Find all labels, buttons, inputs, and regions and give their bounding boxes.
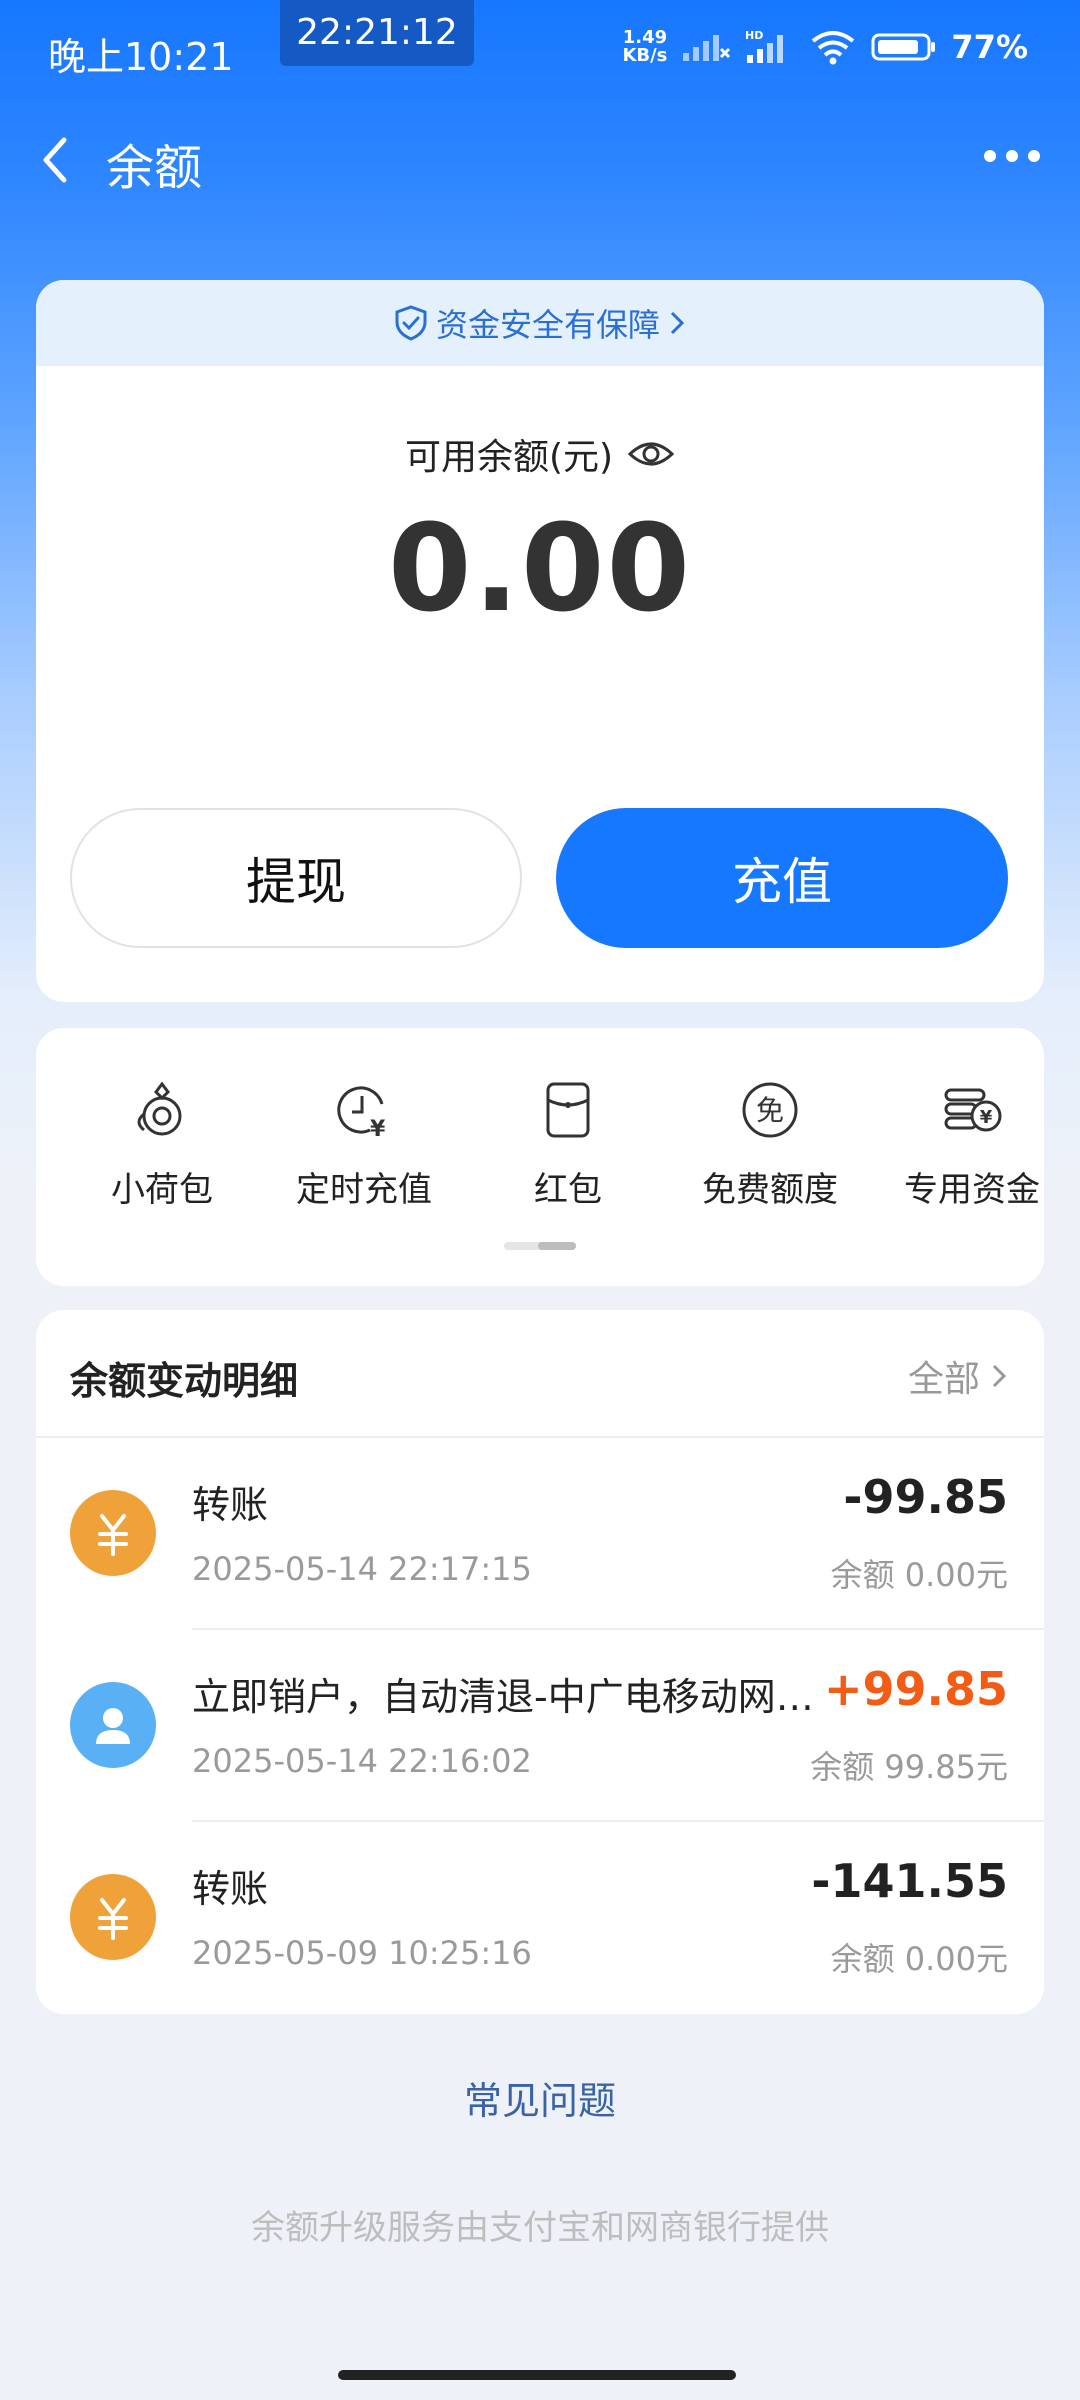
withdraw-button[interactable]: 提现 <box>70 808 522 948</box>
transaction-row[interactable]: 转账 2025-05-09 10:25:16 -141.55 余额 0.00元 <box>36 1822 1044 2014</box>
transaction-name: 立即销户，自动清退-中广电移动网络有限公司 <box>192 1675 832 1719</box>
status-time: 晚上10:21 <box>48 35 234 79</box>
timer-recharge-icon: ¥ <box>337 1086 386 1142</box>
faq-link[interactable]: 常见问题 <box>0 2070 1080 2125</box>
shortcut-label: 红包 <box>534 1170 602 1210</box>
footer-text: 余额升级服务由支付宝和网商银行提供 <box>251 2208 829 2248</box>
transaction-amount: -99.85 <box>843 1470 1008 1524</box>
status-right: 1.49 KB/s HD 77% <box>622 28 1028 66</box>
signal-weak-icon <box>683 35 731 61</box>
svg-text:HD: HD <box>745 29 763 42</box>
details-title: 余额变动明细 <box>70 1359 299 1403</box>
battery-icon <box>871 33 936 61</box>
nav-bar: 余额 <box>0 120 1080 200</box>
recharge-button[interactable]: 充值 <box>556 808 1008 948</box>
balance-label: 可用余额(元) <box>404 437 614 478</box>
back-arrow-icon[interactable] <box>30 130 90 190</box>
signal-hd-icon: HD <box>745 29 784 63</box>
wifi-icon <box>812 31 855 65</box>
shortcut-free-quota[interactable]: 免 免费额度 <box>670 1078 870 1211</box>
shortcut-timer-recharge[interactable]: ¥ 定时充值 <box>264 1078 464 1211</box>
shortcut-label: 定时充值 <box>296 1170 432 1210</box>
free-quota-icon: 免 <box>742 1082 798 1138</box>
shortcuts-card: 小荷包 ¥ 定时充值 红包 免 免费额度 ¥ 专用资金 <box>36 1028 1044 1286</box>
dedicated-funds-icon: ¥ <box>944 1088 1002 1132</box>
yuan-icon <box>70 1490 156 1576</box>
details-filter-button[interactable]: 全部 <box>908 1350 1008 1402</box>
balance-details-card: 余额变动明细 全部 转账 2025-05-14 22:17:15 -99.85 … <box>36 1310 1044 2014</box>
pouch-icon <box>137 1081 182 1136</box>
battery-percent: 77% <box>951 28 1028 66</box>
transaction-row[interactable]: 立即销户，自动清退-中广电移动网络有限公司 2025-05-14 22:16:0… <box>36 1630 1044 1822</box>
balance-label-row: 可用余额(元) <box>36 428 1044 480</box>
transaction-balance: 余额 99.85元 <box>810 1748 1008 1786</box>
shortcut-pouch[interactable]: 小荷包 <box>62 1078 262 1211</box>
transaction-amount: +99.85 <box>823 1662 1008 1716</box>
svg-text:¥: ¥ <box>370 1117 386 1142</box>
scroll-indicator <box>504 1242 576 1250</box>
chevron-right-icon <box>992 1364 1007 1388</box>
transaction-balance: 余额 0.00元 <box>830 1556 1008 1594</box>
transaction-time: 2025-05-14 22:16:02 <box>192 1742 532 1780</box>
transaction-time: 2025-05-09 10:25:16 <box>192 1934 532 1972</box>
red-packet-icon <box>546 1082 590 1138</box>
status-clock: 22:21:12 <box>280 0 474 66</box>
user-icon <box>70 1682 156 1768</box>
details-filter-label: 全部 <box>907 1359 980 1400</box>
more-icon[interactable] <box>982 136 1042 176</box>
home-indicator[interactable] <box>338 2370 736 2380</box>
shortcut-label: 免费额度 <box>702 1170 838 1210</box>
transaction-name: 转账 <box>192 1867 269 1911</box>
network-speed: 1.49 KB/s <box>622 29 667 65</box>
security-text: 资金安全有保障 <box>435 306 660 344</box>
transaction-amount: -141.55 <box>811 1854 1008 1908</box>
network-speed-unit: KB/s <box>622 45 668 66</box>
shortcut-dedicated-funds[interactable]: ¥ 专用资金 <box>872 1078 1044 1211</box>
shield-icon <box>395 305 427 341</box>
transaction-balance: 余额 0.00元 <box>830 1940 1008 1978</box>
svg-text:免: 免 <box>756 1094 784 1127</box>
security-banner[interactable]: 资金安全有保障 <box>36 280 1044 366</box>
chevron-right-icon <box>670 311 685 335</box>
transaction-name: 转账 <box>192 1483 269 1527</box>
page-title: 余额 <box>106 140 203 196</box>
shortcut-label: 专用资金 <box>904 1170 1040 1210</box>
transaction-row[interactable]: 转账 2025-05-14 22:17:15 -99.85 余额 0.00元 <box>36 1438 1044 1630</box>
eye-icon[interactable] <box>627 436 675 472</box>
balance-card: 资金安全有保障 可用余额(元) 0.00 提现 充值 <box>36 280 1044 1002</box>
transaction-time: 2025-05-14 22:17:15 <box>192 1550 532 1588</box>
status-bar: 晚上10:21 22:21:12 1.49 KB/s HD 77% <box>0 0 1080 100</box>
balance-amount: 0.00 <box>387 500 693 639</box>
shortcut-red-packet[interactable]: 红包 <box>468 1078 668 1211</box>
svg-text:¥: ¥ <box>980 1107 993 1128</box>
yuan-icon <box>70 1874 156 1960</box>
shortcut-label: 小荷包 <box>111 1170 213 1210</box>
